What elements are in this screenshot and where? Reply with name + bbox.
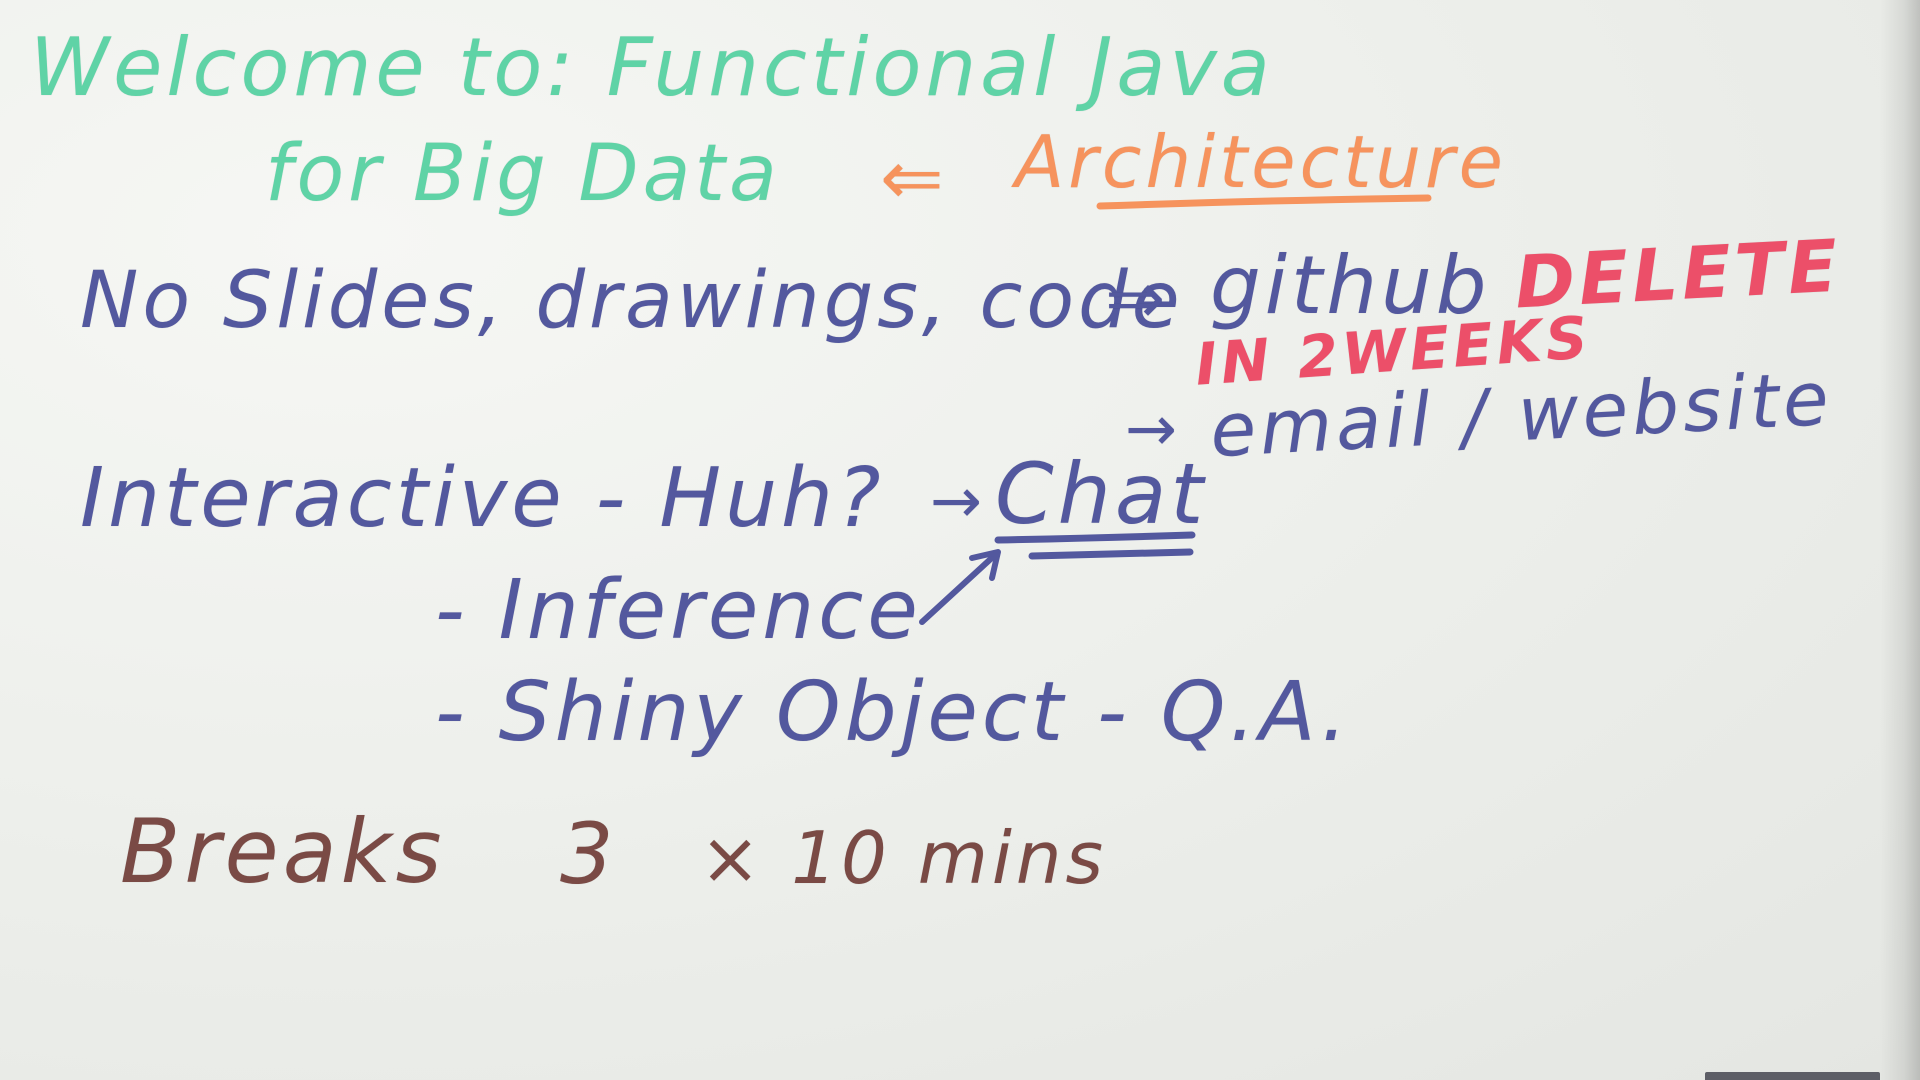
chat-label: Chat [995,445,1208,543]
title-line-2: for Big Data [265,129,781,219]
inference-to-chat-arrow [919,552,998,625]
breaks-duration: × 10 mins [700,816,1108,900]
architecture-arrow: ⇐ [880,133,948,222]
chat-arrow: → [930,464,986,537]
title-line-1: Welcome to: Functional Java [30,21,1274,114]
marker-tray [1705,1072,1880,1080]
breaks-label: Breaks [120,800,446,903]
inference-arrow-head [969,549,1001,581]
whiteboard: Welcome to: Functional Java for Big Data… [0,0,1920,1080]
no-slides-line: No Slides, drawings, code [80,256,1184,346]
breaks-count: 3 [560,805,618,903]
inference-line: - Inference [435,563,922,658]
architecture-label: Architecture [1015,120,1507,204]
interactive-line: Interactive - Huh? [80,451,885,546]
chat-underline-2 [1028,548,1194,560]
github-arrow: ⇒ [1105,256,1170,340]
board-edge-shadow [1880,0,1920,1080]
shiny-object-line: - Shiny Object - Q.A. [435,665,1352,760]
